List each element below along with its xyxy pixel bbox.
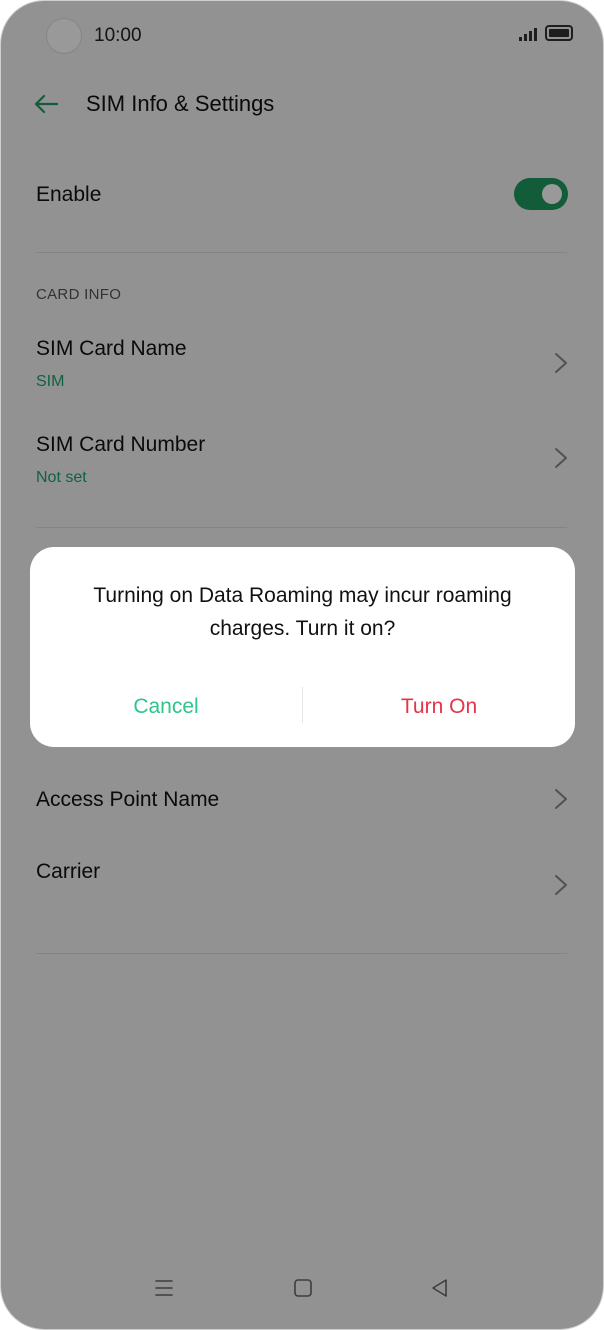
turn-on-button[interactable]: Turn On <box>303 689 575 725</box>
dialog-message: Turning on Data Roaming may incur roamin… <box>93 584 512 640</box>
phone-frame: 10:00 SIM Info & Settings Enable CARD IN… <box>0 0 604 1330</box>
roaming-dialog: Turning on Data Roaming may incur roamin… <box>30 547 575 747</box>
cancel-button[interactable]: Cancel <box>30 689 302 725</box>
